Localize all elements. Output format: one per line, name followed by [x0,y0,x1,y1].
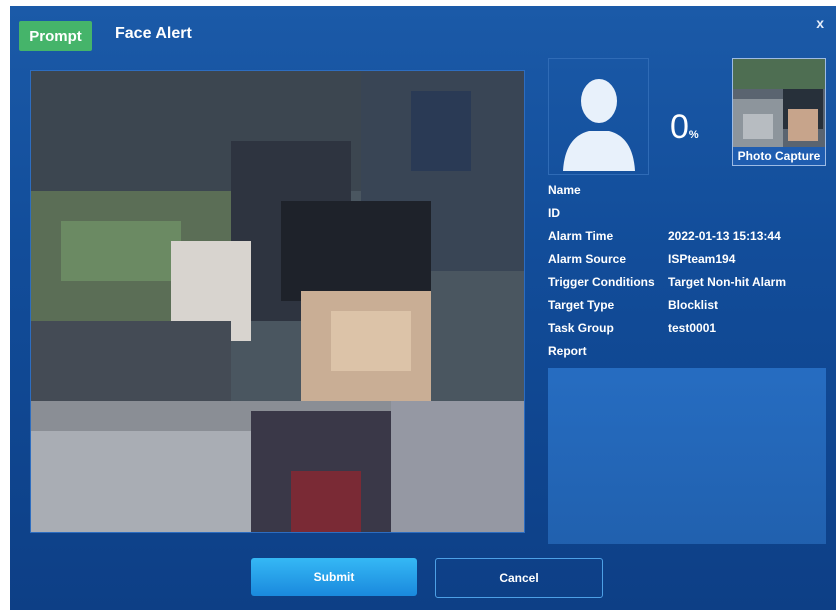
submit-button[interactable]: Submit [251,558,417,596]
info-label: Alarm Time [548,228,614,243]
info-row-trigger-conditions: Trigger Conditions Target Non-hit Alarm [548,270,828,293]
info-row-name: Name [548,178,828,201]
target-avatar [548,58,649,175]
info-row-alarm-time: Alarm Time 2022-01-13 15:13:44 [548,224,828,247]
face-alert-dialog: Prompt Face Alert x 0% Photo Capture Nam… [10,6,836,610]
close-button[interactable]: x [816,15,824,31]
info-label: ID [548,205,560,220]
video-snapshot [30,70,525,533]
info-row-alarm-source: Alarm Source ISPteam194 [548,247,828,270]
photo-capture[interactable]: Photo Capture [732,58,826,166]
cancel-button[interactable]: Cancel [435,558,603,598]
info-value: Blocklist [668,297,719,312]
info-value: 2022-01-13 15:13:44 [668,228,781,243]
info-row-target-type: Target Type Blocklist [548,293,828,316]
similarity-percent: 0% [670,108,699,146]
info-row-id: ID [548,201,828,224]
info-label: Target Type [548,297,615,312]
info-label: Report [548,343,587,358]
info-label: Name [548,182,581,197]
alarm-info: Name ID Alarm Time 2022-01-13 15:13:44 A… [548,178,828,362]
person-icon [563,79,635,171]
prompt-tag: Prompt [19,21,92,51]
info-value: ISPteam194 [668,251,736,266]
info-label: Task Group [548,320,614,335]
report-textarea[interactable] [548,368,826,544]
dialog-title: Face Alert [115,25,192,42]
info-value: test0001 [668,320,717,335]
photo-capture-label: Photo Capture [733,147,825,165]
info-label: Trigger Conditions [548,274,655,289]
info-value: Target Non-hit Alarm [668,274,787,289]
info-row-task-group: Task Group test0001 [548,316,828,339]
info-row-report: Report [548,339,828,362]
info-label: Alarm Source [548,251,627,266]
